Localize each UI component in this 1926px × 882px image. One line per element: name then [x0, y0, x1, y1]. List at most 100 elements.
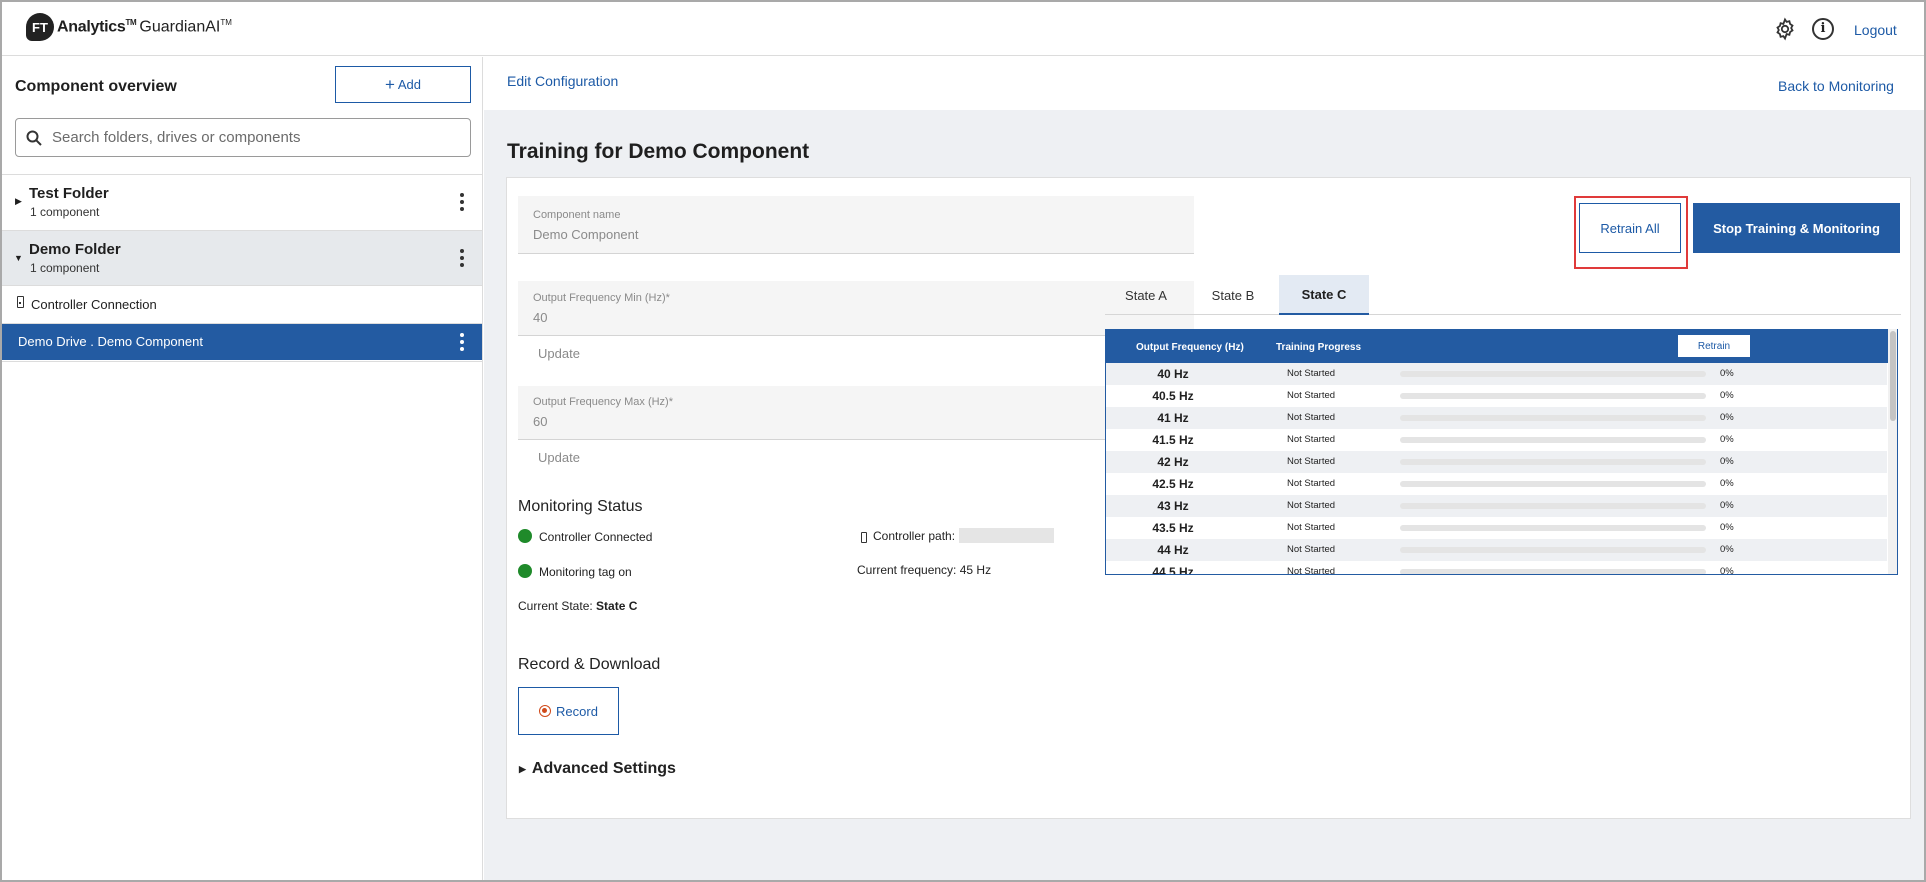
- row-frequency: 44.5 Hz: [1152, 565, 1194, 575]
- table-row: 44 Hz Not Started 0%: [1106, 539, 1887, 561]
- current-state-value: State C: [596, 599, 638, 613]
- gear-icon[interactable]: [1773, 17, 1797, 41]
- row-percent: 0%: [1720, 522, 1734, 533]
- controller-path-value: [959, 528, 1054, 543]
- controller-connection-label: Controller Connection: [31, 297, 157, 312]
- folder-test-folder[interactable]: ▶ Test Folder 1 component: [2, 175, 482, 229]
- retrain-button[interactable]: Retrain: [1678, 335, 1750, 357]
- scrollbar-thumb[interactable]: [1890, 331, 1896, 421]
- table-row: 40 Hz Not Started 0%: [1106, 363, 1887, 385]
- record-download-title: Record & Download: [518, 656, 661, 673]
- row-progress-bar: [1400, 525, 1706, 531]
- edit-configuration-link[interactable]: Edit Configuration: [507, 73, 618, 89]
- field-label: Output Frequency Min (Hz)*: [533, 292, 670, 304]
- main-content: Edit Configuration Back to Monitoring Tr…: [484, 57, 1924, 880]
- table-row: 41 Hz Not Started 0%: [1106, 407, 1887, 429]
- row-status: Not Started: [1286, 456, 1336, 467]
- row-progress-bar: [1400, 393, 1706, 399]
- row-percent: 0%: [1720, 412, 1734, 423]
- caret-right-icon[interactable]: ▶: [15, 196, 22, 207]
- table-row: 43.5 Hz Not Started 0%: [1106, 517, 1887, 539]
- row-frequency: 43 Hz: [1157, 499, 1189, 513]
- sidebar: Component overview +Add ▶ Test Folder 1 …: [2, 57, 483, 880]
- search-box[interactable]: [15, 118, 471, 157]
- search-input[interactable]: [52, 129, 452, 146]
- controller-connection-item[interactable]: Controller Connection: [2, 286, 482, 322]
- table-header: Output Frequency (Hz) Training Progress …: [1106, 329, 1897, 363]
- row-progress-bar: [1400, 481, 1706, 487]
- table-row: 44.5 Hz Not Started 0%: [1106, 561, 1887, 575]
- table-row: 40.5 Hz Not Started 0%: [1106, 385, 1887, 407]
- app-logo[interactable]: FT AnalyticsTM GuardianAITM: [26, 13, 232, 41]
- table-row: 42 Hz Not Started 0%: [1106, 451, 1887, 473]
- add-button[interactable]: + Add: [335, 66, 471, 103]
- tab-state-b[interactable]: State B: [1187, 275, 1279, 315]
- folder-name: Test Folder: [29, 185, 109, 202]
- row-status: Not Started: [1286, 500, 1336, 511]
- back-to-monitoring-link[interactable]: Back to Monitoring: [1778, 78, 1894, 94]
- state-tabs: State A State B State C: [1105, 275, 1901, 315]
- controller-connected-label: Controller Connected: [539, 530, 653, 544]
- row-percent: 0%: [1720, 456, 1734, 467]
- info-icon[interactable]: i: [1812, 18, 1834, 40]
- stop-training-button[interactable]: Stop Training & Monitoring: [1693, 203, 1900, 253]
- retrain-all-button[interactable]: Retrain All: [1579, 203, 1681, 253]
- update-min-button[interactable]: Update: [538, 346, 580, 361]
- freq-max-field[interactable]: Output Frequency Max (Hz)* 60: [518, 386, 1194, 440]
- freq-max-value[interactable]: 60: [533, 414, 547, 429]
- freq-min-value[interactable]: 40: [533, 310, 547, 325]
- more-options-icon[interactable]: [457, 193, 467, 211]
- monitoring-tag-label: Monitoring tag on: [539, 565, 632, 579]
- row-progress-bar: [1400, 415, 1706, 421]
- row-percent: 0%: [1720, 544, 1734, 555]
- table-scrollbar[interactable]: [1888, 329, 1897, 574]
- divider: [2, 361, 482, 362]
- table-body: 40 Hz Not Started 0% 40.5 Hz Not Started 0% 41…: [1106, 363, 1887, 575]
- current-state: Current State: State C: [518, 599, 638, 613]
- update-max-button[interactable]: Update: [538, 450, 580, 465]
- drive-component-label: Demo Drive . Demo Component: [18, 334, 203, 349]
- row-status: Not Started: [1286, 390, 1336, 401]
- column-header-frequency: Output Frequency (Hz): [1136, 342, 1244, 353]
- component-name-value: Demo Component: [533, 227, 639, 242]
- record-button[interactable]: Record: [518, 687, 619, 735]
- tab-state-a[interactable]: State A: [1105, 275, 1187, 315]
- logo-brand: AnalyticsTM: [57, 17, 137, 36]
- row-status: Not Started: [1286, 368, 1336, 379]
- controller-device-icon: [17, 296, 24, 308]
- controller-path-label: Controller path:: [873, 529, 956, 543]
- row-frequency: 40.5 Hz: [1152, 389, 1194, 403]
- logout-link[interactable]: Logout: [1854, 22, 1897, 38]
- current-frequency: Current frequency: 45 Hz: [857, 563, 992, 577]
- plus-icon: +: [384, 74, 395, 94]
- drive-component-item[interactable]: Demo Drive . Demo Component: [2, 324, 482, 360]
- more-options-icon[interactable]: [457, 333, 467, 351]
- advanced-settings-toggle[interactable]: ▶ Advanced Settings: [519, 760, 676, 778]
- row-frequency: 44 Hz: [1157, 543, 1189, 557]
- row-status: Not Started: [1286, 544, 1336, 555]
- controller-device-icon: [861, 532, 867, 543]
- row-frequency: 41 Hz: [1157, 411, 1189, 425]
- monitoring-status-title: Monitoring Status: [518, 498, 643, 515]
- row-percent: 0%: [1720, 478, 1734, 489]
- row-status: Not Started: [1286, 522, 1336, 533]
- row-progress-bar: [1400, 569, 1706, 574]
- folder-demo-folder[interactable]: ▼ Demo Folder 1 component: [2, 231, 482, 285]
- row-percent: 0%: [1720, 390, 1734, 401]
- row-progress-bar: [1400, 547, 1706, 553]
- row-frequency: 41.5 Hz: [1152, 433, 1194, 447]
- folder-count: 1 component: [30, 261, 100, 275]
- search-icon: [26, 130, 42, 146]
- tab-state-c[interactable]: State C: [1279, 275, 1369, 315]
- more-options-icon[interactable]: [457, 249, 467, 267]
- folder-name: Demo Folder: [29, 241, 121, 258]
- component-name-field: Component name Demo Component: [518, 196, 1194, 254]
- caret-down-icon[interactable]: ▼: [14, 253, 23, 263]
- row-progress-bar: [1400, 503, 1706, 509]
- row-status: Not Started: [1286, 412, 1336, 423]
- monitoring-status-dot: [518, 564, 532, 578]
- logo-product: GuardianAITM: [139, 17, 232, 36]
- row-percent: 0%: [1720, 566, 1734, 575]
- freq-min-field[interactable]: Output Frequency Min (Hz)* 40: [518, 281, 1194, 336]
- row-frequency: 42.5 Hz: [1152, 477, 1194, 491]
